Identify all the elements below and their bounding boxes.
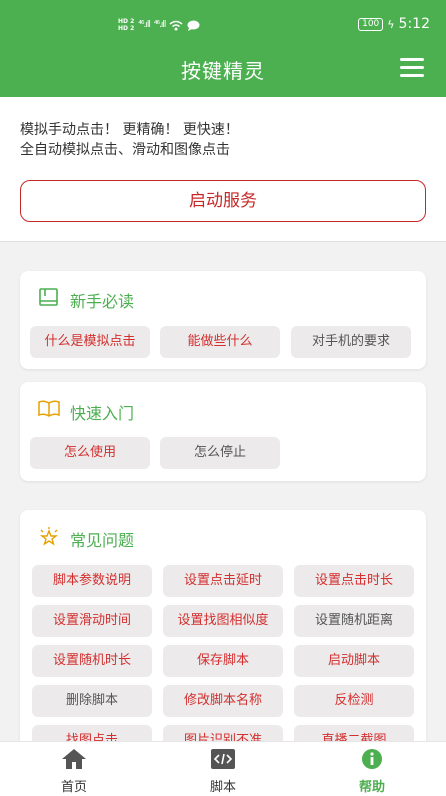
intro-panel: 模拟手动点击！ 更精确！ 更快速！ 全自动模拟点击、滑动和图像点击 启动服务 bbox=[0, 97, 446, 242]
card-newbie: 新手必读 什么是模拟点击 能做些什么 对手机的要求 bbox=[20, 271, 426, 369]
card-faq: 常见问题 脚本参数说明 设置点击延时 设置点击时长 设置滑动时间 设置找图相似度… bbox=[20, 510, 426, 770]
nav-help-label: 帮助 bbox=[358, 780, 385, 795]
charging-icon: ϟ bbox=[387, 17, 395, 31]
book-icon bbox=[39, 288, 58, 306]
battery-icon: 100 bbox=[358, 17, 384, 31]
faq-chip[interactable]: 删除脚本 bbox=[32, 685, 152, 717]
nav-script[interactable]: 脚本 bbox=[173, 748, 273, 795]
hd-badge-1: HD 2 bbox=[118, 18, 135, 25]
home-icon bbox=[62, 749, 86, 769]
info-icon bbox=[362, 749, 382, 769]
nav-home-label: 首页 bbox=[60, 780, 87, 795]
chip-how-to-stop[interactable]: 怎么停止 bbox=[160, 437, 280, 469]
faq-chip[interactable]: 设置点击时长 bbox=[294, 565, 414, 597]
signal-icon-1: ⁴⁶.ıll bbox=[138, 20, 151, 30]
status-icons: HD 2 HD 2 ⁴⁶.ıll ⁴⁶.ıll bbox=[118, 18, 200, 32]
chip-how-to-use[interactable]: 怎么使用 bbox=[30, 437, 150, 469]
nav-home[interactable]: 首页 bbox=[24, 748, 124, 795]
faq-chip[interactable]: 设置滑动时间 bbox=[32, 605, 152, 637]
bottom-nav: 首页 脚本 帮助 bbox=[0, 741, 446, 796]
faq-chip[interactable]: 修改脚本名称 bbox=[163, 685, 283, 717]
nav-script-label: 脚本 bbox=[209, 780, 236, 795]
bulb-icon bbox=[39, 527, 59, 546]
clock: 5:12 bbox=[398, 16, 430, 32]
card-title-quickstart: 快速入门 bbox=[70, 404, 135, 423]
signal-icon-2: ⁴⁶.ıll bbox=[153, 20, 167, 30]
card-title-faq: 常见问题 bbox=[70, 531, 135, 550]
hd-badges: HD 2 HD 2 bbox=[118, 18, 134, 32]
nav-help[interactable]: 帮助 bbox=[322, 748, 422, 795]
hd-badge-2: HD 2 bbox=[118, 25, 135, 32]
faq-chip[interactable]: 启动脚本 bbox=[294, 645, 414, 677]
faq-chip[interactable]: 反检测 bbox=[294, 685, 414, 717]
open-book-icon bbox=[38, 400, 60, 417]
code-icon bbox=[211, 749, 235, 769]
faq-chip[interactable]: 脚本参数说明 bbox=[32, 565, 152, 597]
chip-what-can-it-do[interactable]: 能做些什么 bbox=[160, 326, 280, 358]
faq-chip[interactable]: 设置随机时长 bbox=[32, 645, 152, 677]
intro-line-2: 全自动模拟点击、滑动和图像点击 bbox=[20, 142, 230, 158]
faq-chip[interactable]: 设置找图相似度 bbox=[163, 605, 283, 637]
page-title: 按键精灵 bbox=[181, 59, 265, 83]
chat-notification-icon bbox=[187, 20, 200, 31]
status-right: 100 ϟ 5:12 bbox=[358, 16, 430, 32]
status-bar: HD 2 HD 2 ⁴⁶.ıll ⁴⁶.ıll 100 ϟ 5:12 bbox=[0, 12, 446, 42]
faq-chip[interactable]: 设置随机距离 bbox=[294, 605, 414, 637]
app-header: HD 2 HD 2 ⁴⁶.ıll ⁴⁶.ıll 100 ϟ 5:12 按键精灵 bbox=[0, 0, 446, 97]
faq-chip[interactable]: 保存脚本 bbox=[163, 645, 283, 677]
intro-line-1: 模拟手动点击！ 更精确！ 更快速！ bbox=[20, 122, 239, 138]
card-title-newbie: 新手必读 bbox=[70, 292, 135, 311]
card-quickstart: 快速入门 怎么使用 怎么停止 bbox=[20, 382, 426, 481]
chip-phone-requirements[interactable]: 对手机的要求 bbox=[291, 326, 411, 358]
start-service-button[interactable]: 启动服务 bbox=[20, 180, 426, 222]
wifi-icon bbox=[169, 20, 183, 30]
chip-what-is-simulated-click[interactable]: 什么是模拟点击 bbox=[30, 326, 150, 358]
menu-icon[interactable] bbox=[400, 58, 424, 78]
faq-chip[interactable]: 设置点击延时 bbox=[163, 565, 283, 597]
